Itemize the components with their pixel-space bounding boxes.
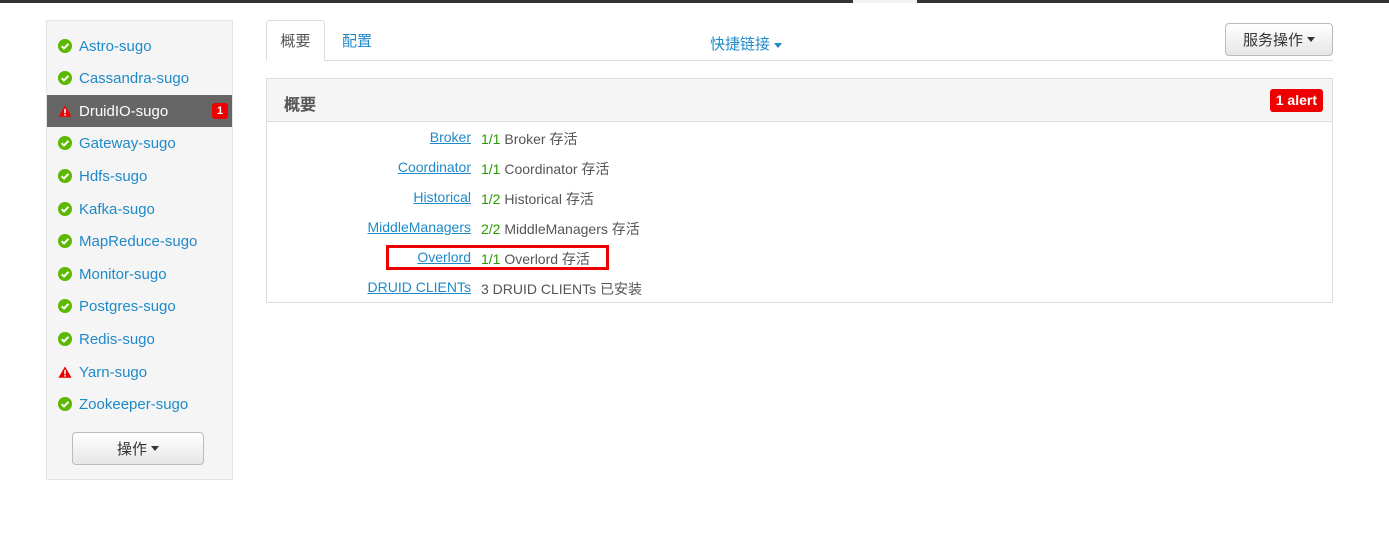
summary-panel: 概要 1 alert Broker 1/1 Broker 存活 Coordina…	[266, 78, 1333, 303]
tab-summary[interactable]: 概要	[266, 20, 325, 61]
sidebar-item-cassandra[interactable]: Cassandra-sugo	[47, 62, 232, 94]
check-circle-icon	[58, 299, 72, 313]
component-count: 1/1	[481, 161, 501, 177]
component-link[interactable]: MiddleManagers	[368, 219, 472, 235]
sidebar-item-mapreduce[interactable]: MapReduce-sugo	[47, 225, 232, 257]
component-row-broker: Broker 1/1 Broker 存活	[267, 123, 1332, 153]
component-link[interactable]: Historical	[413, 189, 471, 205]
check-circle-icon	[58, 71, 72, 85]
service-name: Zookeeper-sugo	[79, 395, 189, 413]
service-name: Astro-sugo	[79, 37, 152, 55]
component-status-text: Historical 存活	[504, 191, 594, 207]
tab-config[interactable]: 配置	[330, 20, 384, 61]
quick-links-dropdown[interactable]: 快捷链接	[710, 33, 783, 54]
service-actions-label: 服务操作	[1242, 32, 1303, 49]
caret-down-icon	[151, 446, 159, 451]
service-name: Kafka-sugo	[79, 200, 155, 218]
caret-down-icon	[1307, 37, 1315, 42]
component-count: 1/1	[481, 131, 501, 147]
service-name: Hdfs-sugo	[79, 167, 148, 185]
alert-badge[interactable]: 1 alert	[1269, 89, 1323, 112]
component-status: 1/1 Broker 存活	[481, 129, 577, 149]
service-name: Cassandra-sugo	[79, 69, 190, 87]
service-actions-button[interactable]: 服务操作	[1225, 23, 1333, 56]
tab-label: 概要	[280, 33, 311, 50]
service-name: Redis-sugo	[79, 330, 155, 348]
panel-title: 概要	[284, 97, 317, 114]
component-link[interactable]: Broker	[430, 129, 471, 145]
top-bar-gap	[853, 0, 917, 3]
tab-label: 配置	[341, 33, 372, 50]
tabs-divider	[266, 60, 1333, 61]
component-status-text: MiddleManagers 存活	[504, 221, 640, 237]
sidebar-item-redis[interactable]: Redis-sugo	[47, 323, 232, 355]
service-name: Postgres-sugo	[79, 297, 176, 315]
check-circle-icon	[58, 39, 72, 53]
component-row-historical: Historical 1/2 Historical 存活	[267, 183, 1332, 213]
check-circle-icon	[58, 267, 72, 281]
component-link[interactable]: DRUID CLIENTs	[368, 279, 471, 295]
check-circle-icon	[58, 169, 72, 183]
component-row-coordinator: Coordinator 1/1 Coordinator 存活	[267, 153, 1332, 183]
check-circle-icon	[58, 332, 72, 346]
service-name: DruidIO-sugo	[79, 102, 169, 120]
sidebar-item-hdfs[interactable]: Hdfs-sugo	[47, 160, 232, 192]
component-status-text: Broker 存活	[504, 131, 578, 147]
sidebar-item-yarn[interactable]: Yarn-sugo	[47, 356, 232, 388]
component-status: 3 DRUID CLIENTs 已安装	[481, 279, 642, 299]
sidebar-item-postgres[interactable]: Postgres-sugo	[47, 290, 232, 322]
check-circle-icon	[58, 234, 72, 248]
sidebar-item-astro[interactable]: Astro-sugo	[47, 30, 232, 62]
service-name: Yarn-sugo	[79, 363, 148, 381]
component-count: 2/2	[481, 221, 501, 237]
actions-label: 操作	[116, 441, 147, 458]
warning-icon	[58, 104, 72, 118]
service-sidebar: Astro-sugo Cassandra-sugo DruidIO-sugo 1…	[46, 20, 233, 480]
sidebar-item-monitor[interactable]: Monitor-sugo	[47, 258, 232, 290]
sidebar-item-zookeeper[interactable]: Zookeeper-sugo	[47, 388, 232, 420]
sidebar-item-druidio[interactable]: DruidIO-sugo 1	[47, 95, 232, 127]
service-name: Monitor-sugo	[79, 265, 167, 283]
top-bar	[0, 0, 1389, 3]
component-link[interactable]: Coordinator	[398, 159, 471, 175]
service-name: MapReduce-sugo	[79, 232, 198, 250]
alert-count-badge: 1	[212, 103, 228, 119]
actions-dropdown-button[interactable]: 操作	[72, 432, 204, 465]
component-row-middlemanagers: MiddleManagers 2/2 MiddleManagers 存活	[267, 213, 1332, 243]
caret-down-icon	[774, 42, 783, 48]
check-circle-icon	[58, 202, 72, 216]
check-circle-icon	[58, 397, 72, 411]
quick-links-label: 快捷链接	[710, 36, 771, 53]
component-status: 1/1 Coordinator 存活	[481, 159, 609, 179]
warning-icon	[58, 365, 72, 379]
component-status: 2/2 MiddleManagers 存活	[481, 219, 640, 239]
panel-header: 概要 1 alert	[267, 79, 1332, 122]
service-name: Gateway-sugo	[79, 134, 176, 152]
overlord-highlight-box	[386, 245, 609, 270]
check-circle-icon	[58, 136, 72, 150]
component-status-text: Coordinator 存活	[504, 161, 610, 177]
component-row-druid-clients: DRUID CLIENTs 3 DRUID CLIENTs 已安装	[267, 273, 1332, 303]
component-count: 1/2	[481, 191, 501, 207]
component-status-text: 3 DRUID CLIENTs 已安装	[481, 281, 643, 297]
sidebar-item-kafka[interactable]: Kafka-sugo	[47, 193, 232, 225]
component-status: 1/2 Historical 存活	[481, 189, 594, 209]
sidebar-item-gateway[interactable]: Gateway-sugo	[47, 127, 232, 159]
